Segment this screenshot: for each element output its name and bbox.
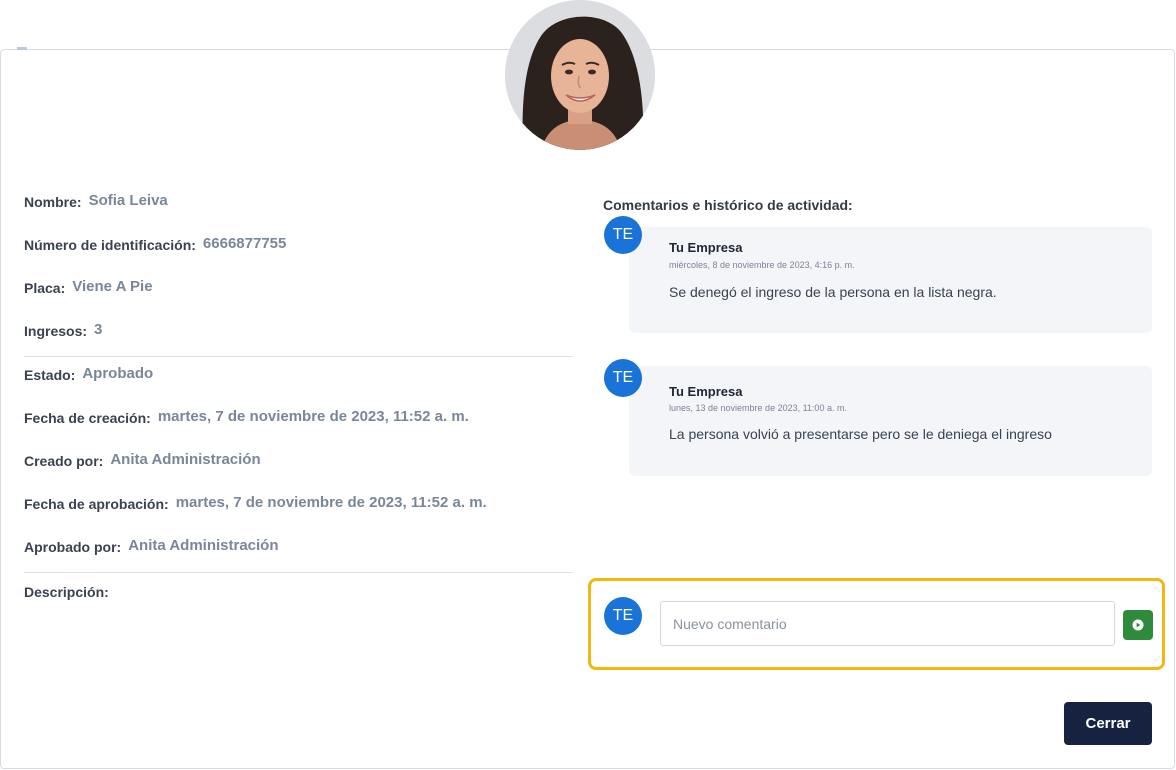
comment-card: Tu Empresa miércoles, 8 de noviembre de … — [629, 227, 1152, 333]
section-divider — [24, 356, 573, 357]
field-fecha-creacion-label: Fecha de creación: — [24, 410, 151, 426]
comment-avatar: TE — [604, 359, 642, 397]
section-divider — [24, 572, 573, 573]
field-estado-label: Estado: — [24, 367, 76, 383]
field-creado-por: Creado por: Anita Administración — [24, 451, 261, 483]
send-comment-button[interactable] — [1123, 610, 1153, 640]
comment-avatar: TE — [604, 216, 642, 254]
new-comment-input[interactable] — [660, 601, 1115, 646]
field-ingresos-label: Ingresos: — [24, 323, 88, 339]
comment-author: Tu Empresa — [669, 384, 743, 399]
field-descripcion-label: Descripción: — [24, 584, 109, 600]
header-tab-marker — [17, 47, 27, 50]
comment-date: miércoles, 8 de noviembre de 2023, 4:16 … — [669, 260, 855, 270]
activity-section-title: Comentarios e histórico de actividad: — [603, 197, 853, 213]
profile-photo — [505, 0, 655, 150]
field-creado-por-label: Creado por: — [24, 453, 104, 469]
field-placa: Placa: Viene A Pie — [24, 278, 153, 310]
field-fecha-aprobacion: Fecha de aprobación: martes, 7 de noviem… — [24, 494, 487, 526]
field-nombre-label: Nombre: — [24, 194, 82, 210]
comment-text: La persona volvió a presentarse pero se … — [669, 426, 1052, 442]
field-nombre: Nombre: Sofia Leiva — [24, 192, 168, 224]
comment-text: Se denegó el ingreso de la persona en la… — [669, 284, 997, 300]
comment-author: Tu Empresa — [669, 240, 743, 255]
field-descripcion: Descripción: — [24, 584, 116, 614]
field-fecha-aprobacion-label: Fecha de aprobación: — [24, 496, 169, 512]
field-fecha-aprobacion-value: martes, 7 de noviembre de 2023, 11:52 a.… — [175, 494, 487, 511]
field-creado-por-value: Anita Administración — [110, 451, 261, 468]
field-identificacion: Número de identificación: 6666877755 — [24, 235, 287, 267]
field-identificacion-label: Número de identificación: — [24, 237, 196, 253]
field-aprobado-por-value: Anita Administración — [128, 537, 279, 554]
field-placa-value: Viene A Pie — [72, 278, 153, 295]
field-ingresos-value: 3 — [94, 321, 103, 338]
field-fecha-creacion: Fecha de creación: martes, 7 de noviembr… — [24, 408, 469, 440]
field-ingresos: Ingresos: 3 — [24, 321, 103, 353]
comment-date: lunes, 13 de noviembre de 2023, 11:00 a.… — [669, 403, 847, 413]
comment-card: Tu Empresa lunes, 13 de noviembre de 202… — [629, 366, 1152, 476]
field-fecha-creacion-value: martes, 7 de noviembre de 2023, 11:52 a.… — [157, 408, 469, 425]
field-aprobado-por: Aprobado por: Anita Administración — [24, 537, 279, 569]
current-user-avatar: TE — [604, 597, 642, 635]
field-placa-label: Placa: — [24, 280, 66, 296]
field-estado-value: Aprobado — [82, 365, 154, 382]
field-estado: Estado: Aprobado — [24, 365, 154, 397]
close-button[interactable]: Cerrar — [1064, 702, 1152, 745]
play-circle-icon — [1132, 619, 1144, 631]
field-nombre-value: Sofia Leiva — [88, 192, 168, 209]
field-identificacion-value: 6666877755 — [202, 235, 287, 252]
field-aprobado-por-label: Aprobado por: — [24, 539, 122, 555]
